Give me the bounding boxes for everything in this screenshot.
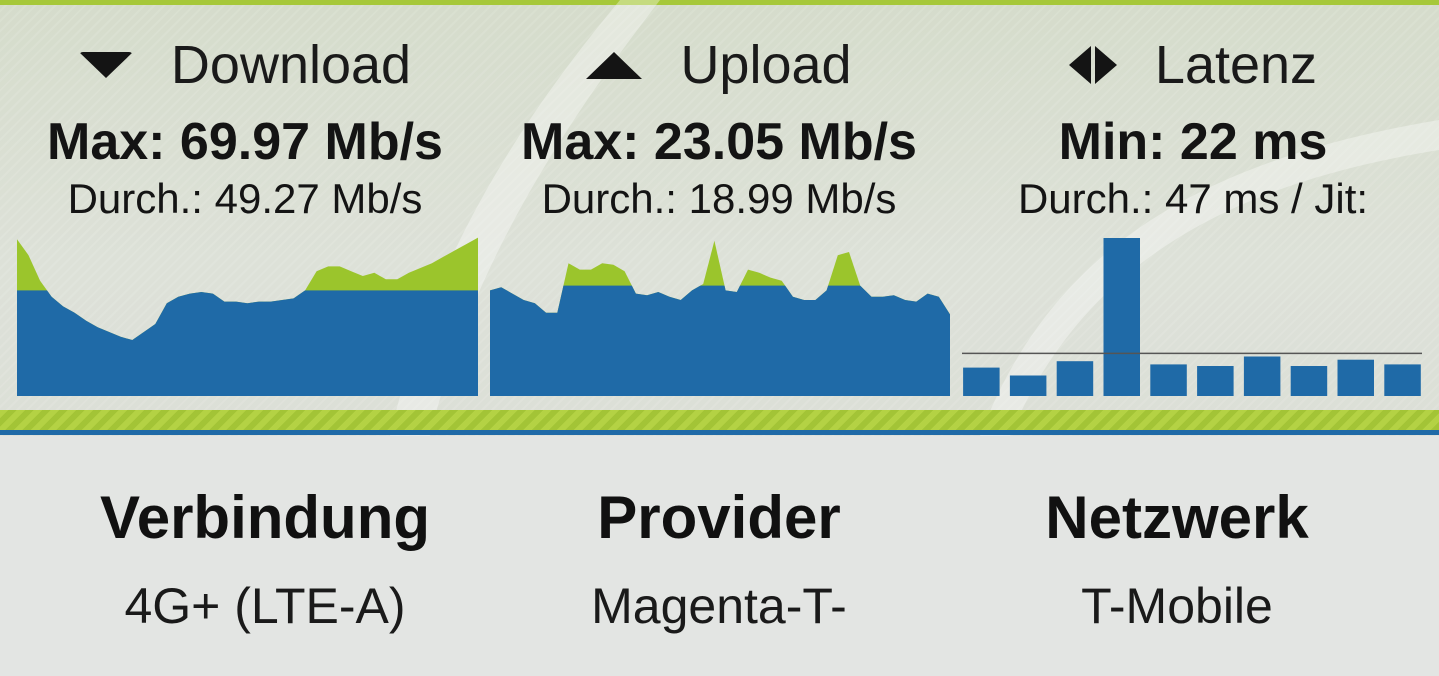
connection-title: Verbindung [100, 484, 430, 551]
latency-bar [1056, 361, 1094, 396]
latency-label: Latenz [1154, 35, 1318, 95]
latency-bar [1384, 364, 1421, 396]
upload-label: Upload [680, 35, 852, 95]
latency-bar [963, 367, 1000, 396]
latency-min-value: Min: 22 ms [1058, 113, 1328, 171]
latency-graph [962, 238, 1422, 396]
provider-info: Provider Magenta-T- [484, 485, 954, 637]
network-title: Netzwerk [1045, 484, 1309, 551]
left-right-arrows-icon [1068, 46, 1117, 84]
upload-speed-graph [490, 240, 950, 396]
latency-average-value: Durch.: 47 ms / Jit: [1017, 175, 1369, 222]
below-average-area [490, 285, 950, 396]
download-average-value: Durch.: 49.27 Mb/s [67, 175, 423, 222]
top-accent-line [0, 0, 1439, 5]
network-value: T-Mobile [1081, 578, 1273, 634]
latency-bar [1103, 238, 1140, 396]
upload-average-value: Durch.: 18.99 Mb/s [541, 175, 897, 222]
latency-bar [1243, 356, 1281, 396]
network-info: Netzwerk T-Mobile [942, 485, 1412, 637]
upload-max-value: Max: 23.05 Mb/s [521, 113, 917, 171]
latency-bar [1009, 375, 1047, 396]
download-column: Download Max: 69.97 Mb/s Durch.: 49.27 M… [10, 30, 480, 226]
connection-value: 4G+ (LTE-A) [124, 578, 406, 634]
green-divider-band [0, 410, 1439, 432]
latency-bar [1197, 366, 1234, 396]
below-average-area [17, 290, 478, 396]
connection-info: Verbindung 4G+ (LTE-A) [30, 485, 500, 637]
provider-value: Magenta-T- [591, 578, 847, 634]
provider-title: Provider [597, 484, 841, 551]
latency-bar [1337, 359, 1374, 396]
download-max-value: Max: 69.97 Mb/s [47, 113, 443, 171]
download-speed-graph [17, 237, 478, 396]
latency-bar [1150, 364, 1187, 396]
triangle-up-icon [586, 51, 643, 79]
latency-column: Latenz Min: 22 ms Durch.: 47 ms / Jit: [958, 30, 1428, 226]
speedtest-result-panel: Download Max: 69.97 Mb/s Durch.: 49.27 M… [0, 0, 1439, 436]
upload-header: Upload [484, 30, 954, 100]
latency-bar [1290, 366, 1328, 396]
download-header: Download [10, 30, 480, 100]
download-label: Download [170, 35, 412, 95]
latency-header: Latenz [958, 30, 1428, 100]
blue-divider-line [0, 430, 1439, 435]
upload-column: Upload Max: 23.05 Mb/s Durch.: 18.99 Mb/… [484, 30, 954, 226]
triangle-down-icon [78, 52, 133, 78]
